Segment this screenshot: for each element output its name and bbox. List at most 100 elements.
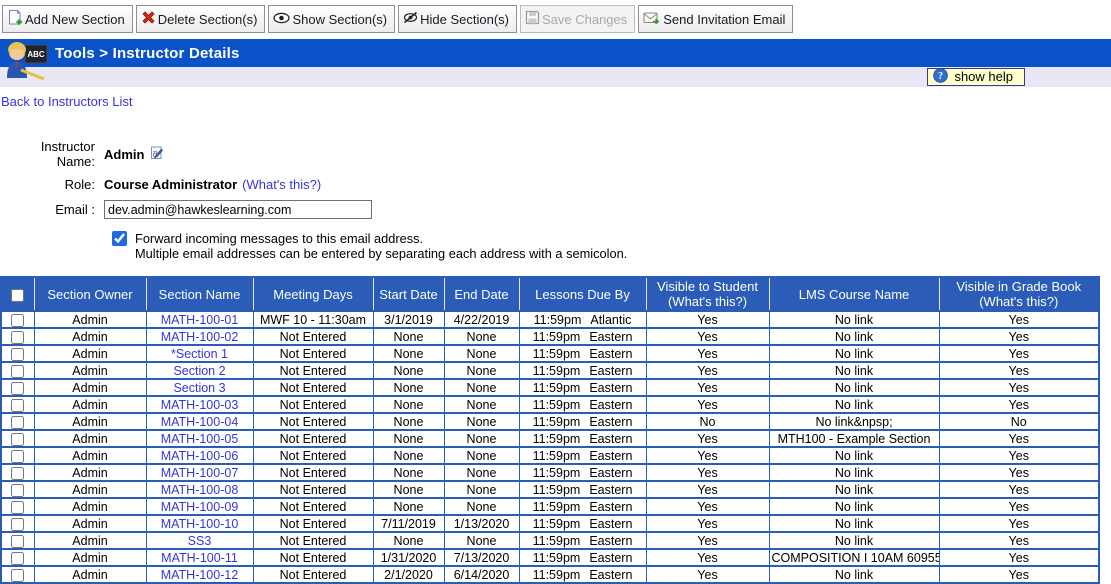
cell-lessons-due-by: 11:59pmEastern — [519, 464, 646, 481]
delete-sections-button[interactable]: Delete Section(s) — [136, 5, 266, 33]
cell-section-owner: Admin — [34, 328, 146, 345]
select-all-checkbox[interactable] — [11, 289, 24, 302]
section-name-link[interactable]: MATH-100-02 — [161, 330, 239, 344]
cell-visible-to-student: Yes — [646, 566, 769, 583]
cell-lms-course-name: No link — [769, 481, 939, 498]
cell-lessons-due-by: 11:59pmEastern — [519, 430, 646, 447]
due-zone: Eastern — [589, 500, 632, 514]
due-time: 11:59pm — [533, 398, 581, 412]
back-to-instructors-link[interactable]: Back to Instructors List — [1, 94, 133, 109]
row-checkbox[interactable] — [11, 484, 24, 497]
cell-lms-course-name: No link — [769, 396, 939, 413]
email-field[interactable] — [104, 200, 372, 219]
table-row: Admin MATH-100-11 Not Entered 1/31/2020 … — [1, 549, 1099, 566]
toolbar-button-label: Send Invitation Email — [663, 12, 785, 27]
cell-visible-grade-book: Yes — [939, 515, 1099, 532]
email-icon — [643, 11, 661, 28]
header-section-owner: Section Owner — [34, 277, 146, 311]
table-row: Admin MATH-100-12 Not Entered 2/1/2020 6… — [1, 566, 1099, 583]
eye-slash-icon — [403, 11, 418, 27]
row-checkbox[interactable] — [11, 552, 24, 565]
delete-x-icon — [141, 10, 156, 28]
row-checkbox[interactable] — [11, 535, 24, 548]
section-name-link[interactable]: SS3 — [188, 534, 212, 548]
due-zone: Eastern — [589, 534, 632, 548]
cell-section-name: *Section 1 — [146, 345, 253, 362]
row-checkbox[interactable] — [11, 518, 24, 531]
show-help-button[interactable]: ? show help — [927, 68, 1025, 86]
due-zone: Eastern — [589, 568, 632, 582]
section-name-link[interactable]: MATH-100-11 — [161, 551, 238, 565]
section-name-link[interactable]: Section 2 — [173, 364, 225, 378]
cell-start-date: None — [373, 413, 444, 430]
cell-select — [1, 532, 34, 549]
section-name-link[interactable]: MATH-100-01 — [161, 313, 239, 327]
cell-visible-grade-book: Yes — [939, 396, 1099, 413]
row-checkbox[interactable] — [11, 416, 24, 429]
save-changes-button[interactable]: Save Changes — [520, 5, 635, 33]
section-name-link[interactable]: Section 3 — [173, 381, 225, 395]
cell-lms-course-name: No link — [769, 362, 939, 379]
cell-visible-grade-book: Yes — [939, 362, 1099, 379]
due-time: 11:59pm — [533, 381, 581, 395]
due-zone: Eastern — [589, 466, 632, 480]
row-checkbox[interactable] — [11, 314, 24, 327]
cell-lessons-due-by: 11:59pmEastern — [519, 515, 646, 532]
add-new-section-button[interactable]: Add New Section — [2, 5, 133, 33]
email-row: Email : — [0, 200, 1111, 219]
cell-lms-course-name: No link — [769, 311, 939, 328]
cell-start-date: None — [373, 430, 444, 447]
row-checkbox[interactable] — [11, 348, 24, 361]
cell-end-date: None — [444, 379, 519, 396]
section-name-link[interactable]: MATH-100-05 — [161, 432, 239, 446]
section-name-link[interactable]: MATH-100-08 — [161, 483, 239, 497]
instructor-name-label: Instructor Name: — [0, 139, 104, 169]
add-section-icon — [7, 9, 23, 29]
cell-select — [1, 396, 34, 413]
section-name-link[interactable]: MATH-100-10 — [161, 517, 239, 531]
due-zone: Eastern — [589, 517, 632, 531]
row-checkbox[interactable] — [11, 399, 24, 412]
section-name-link[interactable]: MATH-100-07 — [161, 466, 239, 480]
cell-section-name: Section 2 — [146, 362, 253, 379]
section-name-link[interactable]: *Section 1 — [171, 347, 228, 361]
row-checkbox[interactable] — [11, 331, 24, 344]
table-row: Admin MATH-100-07 Not Entered None None … — [1, 464, 1099, 481]
section-name-link[interactable]: MATH-100-03 — [161, 398, 239, 412]
cell-visible-to-student: Yes — [646, 515, 769, 532]
send-invitation-email-button[interactable]: Send Invitation Email — [638, 5, 793, 33]
row-checkbox[interactable] — [11, 382, 24, 395]
cell-lms-course-name: COMPOSITION I 10AM 60955 — [769, 549, 939, 566]
role-whats-this-link[interactable]: (What's this?) — [242, 177, 321, 192]
email-label: Email : — [0, 202, 104, 217]
section-name-link[interactable]: MATH-100-04 — [161, 415, 239, 429]
row-checkbox[interactable] — [11, 450, 24, 463]
section-name-link[interactable]: MATH-100-12 — [161, 568, 239, 582]
row-checkbox[interactable] — [11, 433, 24, 446]
hide-sections-button[interactable]: Hide Section(s) — [398, 5, 517, 33]
section-name-link[interactable]: MATH-100-06 — [161, 449, 239, 463]
due-time: 11:59pm — [533, 483, 581, 497]
due-zone: Eastern — [589, 381, 632, 395]
header-visible-grade-book: Visible in Grade Book (What's this?) — [939, 277, 1099, 311]
section-name-link[interactable]: MATH-100-09 — [161, 500, 239, 514]
cell-visible-to-student: Yes — [646, 464, 769, 481]
edit-instructor-name-icon[interactable]: B — [150, 145, 164, 163]
toolbar-button-label: Add New Section — [25, 12, 125, 27]
show-sections-button[interactable]: Show Section(s) — [268, 5, 395, 33]
cell-lms-course-name: No link — [769, 498, 939, 515]
row-checkbox[interactable] — [11, 365, 24, 378]
page-title: Tools > Instructor Details — [55, 45, 240, 62]
cell-meeting-days: Not Entered — [253, 464, 373, 481]
cell-start-date: 3/1/2019 — [373, 311, 444, 328]
cell-section-owner: Admin — [34, 413, 146, 430]
row-checkbox[interactable] — [11, 569, 24, 582]
forward-messages-checkbox[interactable] — [112, 231, 127, 246]
cell-section-owner: Admin — [34, 311, 146, 328]
cell-lessons-due-by: 11:59pm Eastern — [519, 379, 646, 396]
header-start-date: Start Date — [373, 277, 444, 311]
row-checkbox[interactable] — [11, 501, 24, 514]
cell-section-owner: Admin — [34, 430, 146, 447]
row-checkbox[interactable] — [11, 467, 24, 480]
header-select-all — [1, 277, 34, 311]
